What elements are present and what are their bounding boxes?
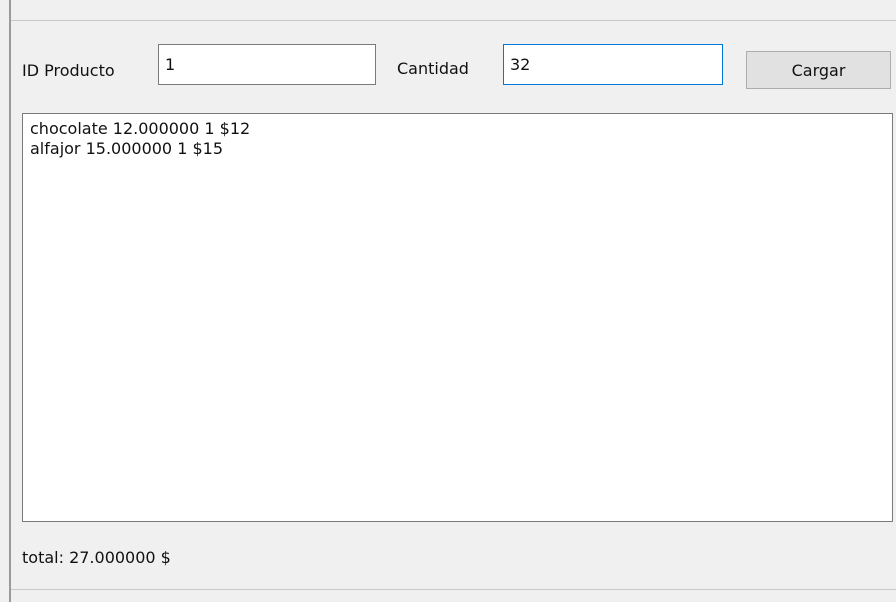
app-window: ID Producto Cantidad Cargar chocolate 12… [0,0,896,602]
cantidad-label: Cantidad [397,59,469,78]
id-producto-label: ID Producto [22,61,115,80]
bottom-separator [11,589,896,590]
output-line: alfajor 15.000000 1 $15 [30,139,223,158]
total-label: total: 27.000000 $ [22,548,171,567]
window-left-border [9,0,11,602]
product-output[interactable]: chocolate 12.000000 1 $12 alfajor 15.000… [22,113,893,522]
cantidad-input[interactable] [503,44,723,85]
output-line: chocolate 12.000000 1 $12 [30,119,251,138]
id-producto-input[interactable] [158,44,376,85]
cargar-button[interactable]: Cargar [746,51,891,89]
top-separator [11,20,896,21]
